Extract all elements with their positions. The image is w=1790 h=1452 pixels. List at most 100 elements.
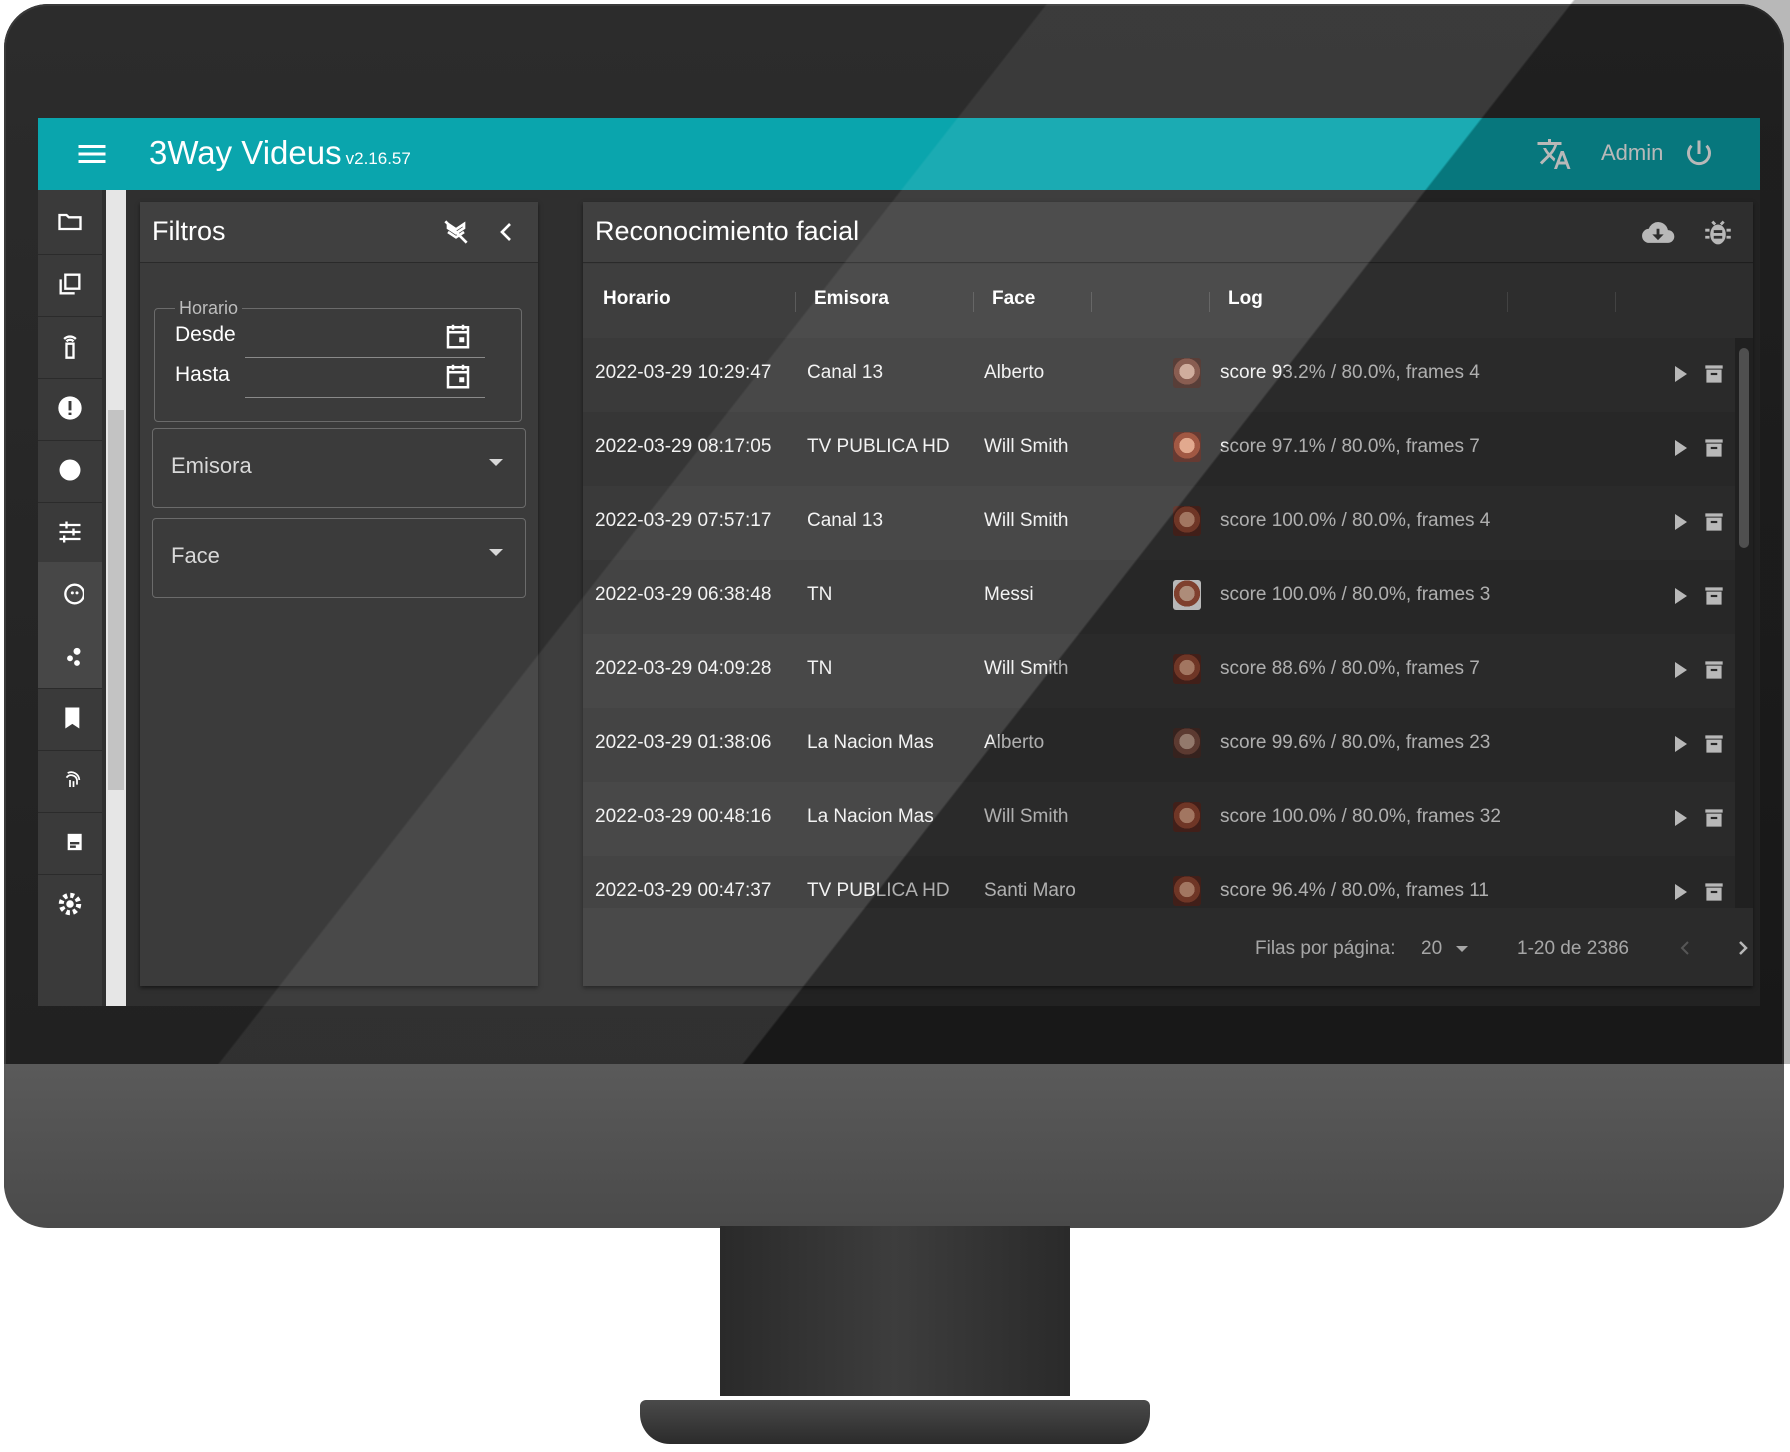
results-panel: Reconocimiento facial Horario Emisora Fa… (583, 202, 1753, 986)
col-face[interactable]: Face (992, 288, 1035, 310)
desde-field[interactable]: Desde (175, 317, 505, 358)
collapse-chevron-icon[interactable] (490, 216, 522, 248)
archive-icon[interactable] (1701, 582, 1727, 610)
cell-log: score 88.6% / 80.0%, frames 7 (1220, 658, 1480, 679)
table-row[interactable]: 2022-03-29 04:09:28 TN Will Smith score … (583, 634, 1735, 709)
col-log[interactable]: Log (1228, 288, 1263, 310)
calendar-icon[interactable] (443, 361, 473, 391)
tune-icon (59, 521, 81, 543)
fingerprint-icon (65, 771, 81, 787)
archive-icon[interactable] (1701, 434, 1727, 462)
chevron-left-icon[interactable] (1673, 936, 1697, 960)
nav-scrollbar-thumb[interactable] (108, 410, 124, 790)
table-row[interactable]: 2022-03-29 06:38:48 TN Messi score 100.0… (583, 560, 1735, 635)
nav-scatter[interactable] (38, 624, 102, 689)
face-select[interactable]: Face (152, 518, 526, 598)
cell-horario: 2022-03-29 08:17:05 (595, 436, 772, 457)
play-icon[interactable] (1675, 662, 1687, 678)
cell-face: Alberto (984, 732, 1045, 753)
filters-panel: Filtros Horario Desde Hasta Emisora Face (140, 202, 538, 986)
face-select-label: Face (171, 543, 220, 568)
play-icon[interactable] (1675, 366, 1687, 382)
book-icon (65, 707, 80, 729)
nav-library[interactable] (38, 252, 102, 317)
play-icon[interactable] (1675, 736, 1687, 752)
bug-icon[interactable] (1701, 216, 1735, 250)
cell-emisora: La Nacion Mas (807, 732, 934, 753)
cell-emisora: TN (807, 584, 833, 605)
table-row[interactable]: 2022-03-29 00:48:16 La Nacion Mas Will S… (583, 782, 1735, 857)
nav-tune[interactable] (38, 500, 102, 565)
archive-icon[interactable] (1701, 360, 1727, 388)
face-thumbnail[interactable] (1173, 802, 1201, 832)
face-thumbnail[interactable] (1173, 654, 1201, 684)
col-separator (1209, 292, 1210, 312)
cell-face: Will Smith (984, 436, 1069, 457)
cell-horario: 2022-03-29 10:29:47 (595, 362, 772, 383)
nav-scrollbar[interactable] (106, 190, 126, 1006)
table-row[interactable]: 2022-03-29 08:17:05 TV PUBLICA HD Will S… (583, 412, 1735, 487)
cell-log: score 93.2% / 80.0%, frames 4 (1220, 362, 1480, 383)
col-separator (1615, 292, 1616, 312)
play-icon[interactable] (1675, 588, 1687, 604)
col-horario[interactable]: Horario (603, 288, 671, 310)
table-row[interactable]: 2022-03-29 00:47:37 TV PUBLICA HD Santi … (583, 856, 1735, 908)
cell-horario: 2022-03-29 01:38:06 (595, 732, 772, 753)
nav-fingerprint[interactable] (38, 748, 102, 813)
archive-icon[interactable] (1701, 730, 1727, 758)
nav-settings[interactable] (38, 872, 102, 936)
table-row[interactable]: 2022-03-29 10:29:47 Canal 13 Alberto sco… (583, 338, 1735, 413)
table-scrollbar[interactable] (1735, 338, 1753, 908)
nav-book[interactable] (38, 686, 102, 751)
play-icon[interactable] (1675, 440, 1687, 456)
nav-face[interactable] (38, 562, 102, 627)
cloud-download-icon[interactable] (1641, 216, 1675, 250)
cell-emisora: TV PUBLICA HD (807, 436, 950, 457)
cell-face: Will Smith (984, 510, 1069, 531)
nav-remote[interactable] (38, 314, 102, 379)
user-name[interactable]: Admin (1601, 140, 1663, 166)
calendar-icon[interactable] (443, 321, 473, 351)
play-icon[interactable] (1675, 810, 1687, 826)
archive-icon[interactable] (1701, 508, 1727, 536)
col-emisora[interactable]: Emisora (814, 288, 889, 310)
face-thumbnail[interactable] (1173, 728, 1201, 758)
face-icon (64, 583, 84, 605)
face-thumbnail[interactable] (1173, 580, 1201, 610)
folder-icon (58, 213, 82, 231)
record-icon (59, 459, 81, 481)
face-thumbnail[interactable] (1173, 876, 1201, 906)
nav-record[interactable] (38, 438, 102, 503)
app-name: 3Way Videus (149, 134, 342, 171)
col-separator (973, 292, 974, 312)
hasta-field[interactable]: Hasta (175, 357, 505, 398)
rows-per-page-select[interactable]: 20 (1421, 938, 1442, 960)
cell-horario: 2022-03-29 06:38:48 (595, 584, 772, 605)
nav-subtitles[interactable] (38, 810, 102, 875)
nav-alert[interactable] (38, 376, 102, 441)
archive-icon[interactable] (1701, 656, 1727, 684)
face-thumbnail[interactable] (1173, 506, 1201, 536)
menu-icon[interactable] (74, 136, 110, 172)
nav-folder[interactable] (38, 190, 102, 255)
archive-icon[interactable] (1701, 804, 1727, 832)
dropdown-arrow-icon[interactable] (1456, 946, 1468, 952)
archive-icon[interactable] (1701, 878, 1727, 906)
face-thumbnail[interactable] (1173, 358, 1201, 388)
settings-icon (58, 892, 82, 916)
table-row[interactable]: 2022-03-29 01:38:06 La Nacion Mas Albert… (583, 708, 1735, 783)
page-title: Reconocimiento facial (595, 216, 860, 246)
cell-emisora: La Nacion Mas (807, 806, 934, 827)
power-icon[interactable] (1681, 136, 1717, 172)
play-icon[interactable] (1675, 514, 1687, 530)
cell-face: Santi Maro (984, 880, 1076, 901)
table-scrollbar-thumb[interactable] (1739, 348, 1749, 548)
play-icon[interactable] (1675, 884, 1687, 900)
emisora-select[interactable]: Emisora (152, 428, 526, 508)
translate-icon[interactable] (1536, 136, 1572, 172)
clear-filters-icon[interactable] (440, 216, 472, 248)
table-row[interactable]: 2022-03-29 07:57:17 Canal 13 Will Smith … (583, 486, 1735, 561)
cell-horario: 2022-03-29 04:09:28 (595, 658, 772, 679)
face-thumbnail[interactable] (1173, 432, 1201, 462)
chevron-right-icon[interactable] (1731, 936, 1755, 960)
